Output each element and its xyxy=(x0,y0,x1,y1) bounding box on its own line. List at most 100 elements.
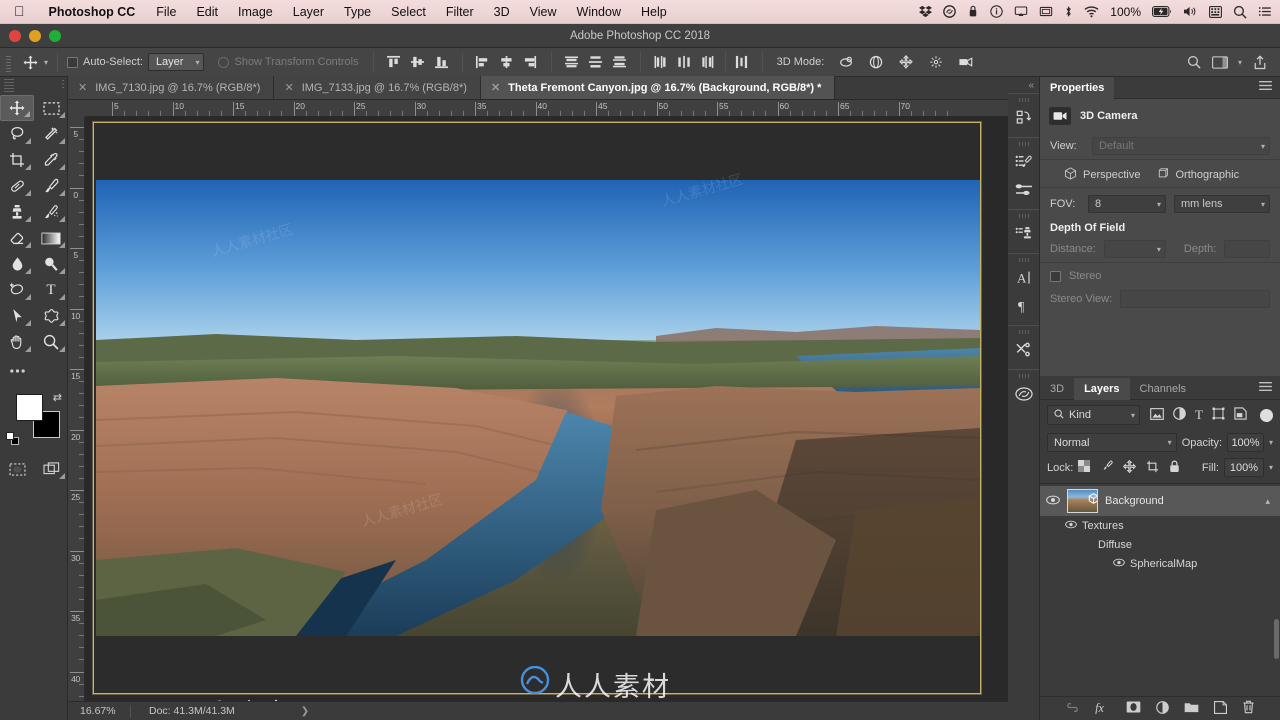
share-icon[interactable] xyxy=(1248,51,1272,73)
align-left-edges-icon[interactable] xyxy=(472,51,494,73)
move-tool-icon[interactable] xyxy=(0,95,34,121)
menu-type[interactable]: Type xyxy=(334,5,381,19)
opacity-value-input[interactable]: 100% xyxy=(1227,433,1264,452)
align-horizontal-centers-icon[interactable] xyxy=(496,51,518,73)
notification-center-icon[interactable] xyxy=(1258,5,1272,18)
sublayer-name-textures[interactable]: Textures xyxy=(1077,520,1124,532)
info-icon[interactable] xyxy=(990,5,1004,18)
tab-channels[interactable]: Channels xyxy=(1130,378,1196,400)
menu-help[interactable]: Help xyxy=(631,5,677,19)
healing-brush-tool-icon[interactable] xyxy=(0,173,34,199)
rail-grip[interactable] xyxy=(1018,258,1029,262)
roll-3d-object-icon[interactable] xyxy=(865,51,887,73)
layer-name-background[interactable]: Background xyxy=(1105,495,1258,507)
filter-enable-toggle[interactable] xyxy=(1260,408,1273,422)
creative-cloud-libraries-icon[interactable] xyxy=(1008,380,1039,408)
workspace-icon[interactable] xyxy=(1208,51,1232,73)
align-top-edges-icon[interactable] xyxy=(383,51,405,73)
lasso-tool-icon[interactable] xyxy=(0,121,34,147)
filter-smart-object-icon[interactable] xyxy=(1234,407,1247,423)
airplay-icon[interactable] xyxy=(1014,5,1028,18)
tab-overflow-icon[interactable]: ⋮ xyxy=(58,79,68,90)
tab-layers[interactable]: Layers xyxy=(1074,377,1130,400)
menu-file[interactable]: File xyxy=(146,5,186,19)
menu-edit[interactable]: Edit xyxy=(186,5,228,19)
blur-tool-icon[interactable] xyxy=(0,251,34,277)
swap-colors-icon[interactable]: ⇄ xyxy=(53,391,62,404)
menu-image[interactable]: Image xyxy=(228,5,283,19)
orthographic-option[interactable]: Orthographic xyxy=(1156,167,1239,183)
menu-app-name[interactable]: Photoshop CC xyxy=(38,5,147,19)
canyon-thumbnail[interactable] xyxy=(1067,489,1098,513)
zoom-tool-icon[interactable] xyxy=(34,329,68,355)
menu-layer[interactable]: Layer xyxy=(283,5,334,19)
edit-toolbar-icon[interactable] xyxy=(0,358,34,384)
close-icon[interactable]: ✕ xyxy=(284,81,293,94)
lock-image-pixels-icon[interactable] xyxy=(1100,459,1113,476)
foreground-color-swatch[interactable] xyxy=(16,394,43,421)
stereo-view-input[interactable] xyxy=(1120,290,1270,308)
display-icon[interactable] xyxy=(1039,5,1053,18)
screen-mode-icon[interactable] xyxy=(34,456,68,482)
document-tab-img7133[interactable]: ✕ IMG_7133.jpg @ 16.7% (RGB/8*) xyxy=(274,76,481,99)
menu-select[interactable]: Select xyxy=(381,5,436,19)
drag-3d-object-icon[interactable] xyxy=(895,51,917,73)
layer-style-icon[interactable]: fx xyxy=(1095,700,1111,717)
bluetooth-icon[interactable] xyxy=(1064,5,1073,18)
custom-shape-tool-icon[interactable] xyxy=(34,303,68,329)
volume-icon[interactable] xyxy=(1183,5,1198,18)
opacity-slider-caret-icon[interactable]: ▾ xyxy=(1269,438,1273,447)
document-tab-theta-fremont-canyon[interactable]: ✕ Theta Fremont Canyon.jpg @ 16.7% (Back… xyxy=(480,76,836,99)
layers-scrollbar[interactable] xyxy=(1274,619,1279,659)
distribute-left-edges-icon[interactable] xyxy=(650,51,672,73)
workspace-caret-icon[interactable]: ▾ xyxy=(1234,51,1246,73)
fov-unit-dropdown[interactable]: mm lens ▾ xyxy=(1174,195,1270,213)
show-transform-controls-checkbox[interactable] xyxy=(218,56,230,68)
close-icon[interactable]: ✕ xyxy=(78,81,87,94)
delete-layer-icon[interactable] xyxy=(1242,700,1255,717)
layer-row-background[interactable]: Background ▴ xyxy=(1040,486,1280,516)
blend-mode-dropdown[interactable]: Normal ▾ xyxy=(1047,433,1177,452)
wifi-icon[interactable] xyxy=(1084,5,1099,18)
canyon-photo[interactable] xyxy=(96,180,980,636)
chevron-up-icon[interactable]: ▴ xyxy=(1265,496,1274,507)
layer-mask-icon[interactable] xyxy=(1126,701,1141,716)
magic-wand-tool-icon[interactable] xyxy=(34,121,68,147)
auto-select-scope-dropdown[interactable]: Layer ▾ xyxy=(147,53,205,71)
stereo-checkbox[interactable] xyxy=(1050,270,1061,282)
rail-grip[interactable] xyxy=(1018,142,1029,146)
panel-menu-icon[interactable] xyxy=(1259,81,1280,94)
lock-position-icon[interactable] xyxy=(1123,459,1137,476)
filter-pixel-icon[interactable] xyxy=(1150,407,1164,423)
zoom-level[interactable]: 16.67% xyxy=(68,705,130,717)
filter-shape-icon[interactable] xyxy=(1212,407,1225,423)
vertical-ruler[interactable]: 5 0 5 10 15 20 25 30 35 40 xyxy=(68,117,85,701)
document-tab-img7130[interactable]: ✕ IMG_7130.jpg @ 16.7% (RGB/8*) xyxy=(68,76,275,99)
apple-icon[interactable]:  xyxy=(0,4,38,18)
tab-properties[interactable]: Properties xyxy=(1040,76,1115,99)
sublayer-name-sphericalmap[interactable]: SphericalMap xyxy=(1125,558,1197,570)
character-panel-icon[interactable]: A xyxy=(1008,264,1039,292)
lock-all-icon[interactable] xyxy=(1169,460,1180,476)
scale-3d-object-icon[interactable] xyxy=(955,51,977,73)
depth-input[interactable] xyxy=(1224,240,1270,258)
rail-grip[interactable] xyxy=(1018,374,1029,378)
distribute-spacing-icon[interactable] xyxy=(731,51,753,73)
sublayer-row-sphericalmap[interactable]: SphericalMap xyxy=(1040,554,1280,573)
fill-value-input[interactable]: 100% xyxy=(1223,458,1264,477)
tools-panel-grip[interactable] xyxy=(4,79,14,93)
pen-tool-icon[interactable] xyxy=(0,277,34,303)
align-bottom-edges-icon[interactable] xyxy=(431,51,453,73)
link-layers-icon[interactable] xyxy=(1065,702,1080,716)
backup-icon[interactable] xyxy=(967,5,979,18)
perspective-option[interactable]: Perspective xyxy=(1064,167,1140,183)
menu-view[interactable]: View xyxy=(520,5,567,19)
sublayer-visibility-icon[interactable] xyxy=(1064,520,1077,531)
dodge-tool-icon[interactable] xyxy=(34,251,68,277)
document-viewport[interactable] xyxy=(85,117,1008,701)
distribute-bottom-edges-icon[interactable] xyxy=(609,51,631,73)
distribute-vertical-centers-icon[interactable] xyxy=(585,51,607,73)
rectangular-marquee-tool-icon[interactable] xyxy=(34,95,68,121)
layer-filter-kind-dropdown[interactable]: Kind ▾ xyxy=(1047,405,1141,425)
eraser-tool-icon[interactable] xyxy=(0,225,34,251)
